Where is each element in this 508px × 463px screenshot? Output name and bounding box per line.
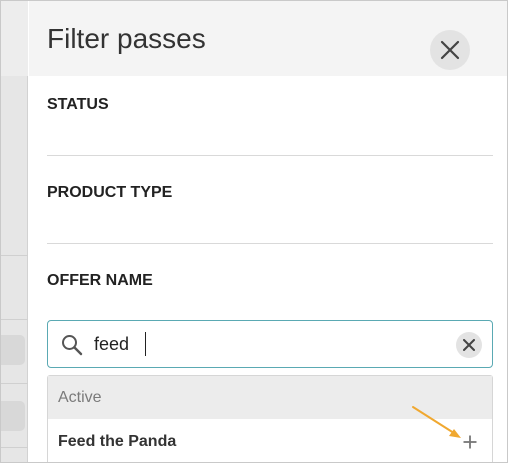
- background-header: [1, 1, 28, 76]
- divider: [47, 155, 493, 156]
- result-option[interactable]: Feed the Panda: [48, 419, 492, 462]
- results-group-header: Active: [48, 376, 492, 419]
- search-results-dropdown: Active Feed the Panda: [47, 375, 493, 462]
- results-group-label: Active: [58, 389, 102, 406]
- clear-search-button[interactable]: [456, 332, 482, 358]
- background-page: [1, 1, 28, 462]
- offer-search-input[interactable]: feed: [47, 320, 493, 368]
- background-chip: [1, 401, 25, 431]
- text-cursor: [145, 332, 146, 356]
- clear-icon: [463, 339, 475, 351]
- search-value: feed: [94, 334, 130, 354]
- filter-panel: Filter passes STATUS PRODUCT TYPE OFFER …: [29, 1, 507, 462]
- background-divider: [1, 255, 28, 256]
- status-section-title[interactable]: STATUS: [47, 96, 109, 114]
- background-chip: [1, 335, 25, 365]
- panel-header: Filter passes: [29, 1, 507, 76]
- close-button[interactable]: [430, 30, 470, 70]
- screenshot-frame: Filter passes STATUS PRODUCT TYPE OFFER …: [0, 0, 508, 463]
- panel-title: Filter passes: [47, 23, 206, 54]
- background-divider: [1, 383, 28, 384]
- background-divider: [1, 447, 28, 448]
- result-option-label: Feed the Panda: [58, 433, 177, 450]
- offer-name-section-title[interactable]: OFFER NAME: [47, 272, 153, 290]
- close-icon: [440, 40, 460, 60]
- product-type-section-title[interactable]: PRODUCT TYPE: [47, 184, 172, 202]
- background-divider: [1, 319, 28, 320]
- divider: [47, 243, 493, 244]
- plus-icon[interactable]: [463, 435, 477, 449]
- search-icon: [62, 335, 83, 356]
